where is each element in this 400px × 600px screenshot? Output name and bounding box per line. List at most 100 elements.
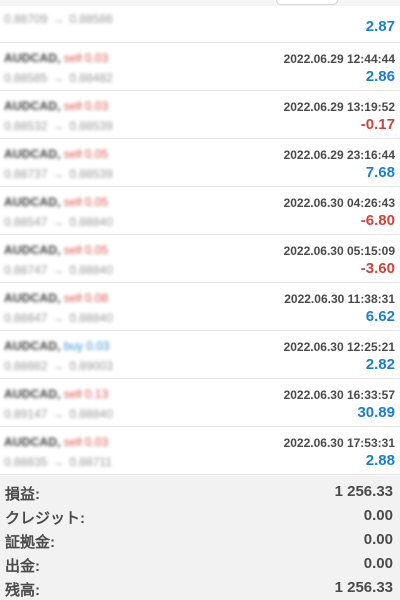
open-price: 0.88532 xyxy=(4,119,48,133)
symbol-separator: , xyxy=(57,339,61,353)
trade-volume: 0.03 xyxy=(84,435,109,449)
close-price: 0.88539 xyxy=(69,167,113,181)
trade-symbol: AUDCAD xyxy=(4,291,58,305)
trade-symbol-line: AUDCAD, sell 0.05 xyxy=(4,193,109,209)
open-price: 0.88585 xyxy=(4,71,48,85)
trade-row[interactable]: AUDCAD, sell 0.03 2022.06.29 13:19:52 0.8853… xyxy=(0,91,400,139)
symbol-separator: , xyxy=(57,243,61,257)
profit-total: 1 256.33 xyxy=(334,483,393,500)
trade-volume: 0.05 xyxy=(84,195,109,209)
credit-label: クレジット: xyxy=(5,510,85,527)
price-arrow-icon: → xyxy=(52,263,65,277)
symbol-separator: , xyxy=(57,99,61,113)
open-price: 0.88709 xyxy=(4,12,48,26)
trade-symbol: AUDCAD xyxy=(4,435,58,449)
profit-label: 損益: xyxy=(5,486,40,503)
open-price: 0.89147 xyxy=(4,407,48,421)
trade-side: sell xyxy=(63,147,82,161)
trade-row[interactable]: AUDCAD, sell 0.03 2022.06.29 12:44:44 0.8858… xyxy=(0,43,400,91)
close-price: 0.88840 xyxy=(69,215,113,229)
trade-profit: 7.68 xyxy=(365,164,395,181)
summary-row-credit: クレジット: 0.00 xyxy=(0,504,400,527)
trade-symbol: AUDCAD xyxy=(4,99,58,113)
trade-price-line: 0.88737 → 0.88539 xyxy=(4,167,113,181)
trade-close-time: 2022.06.30 16:33:57 xyxy=(283,388,395,402)
trade-symbol-line: AUDCAD, sell 0.08 xyxy=(4,289,109,305)
trade-profit: 2.82 xyxy=(365,356,395,373)
trade-row[interactable]: AUDCAD, sell 0.08 2022.06.30 11:38:31 0.8884… xyxy=(0,283,400,331)
trade-row[interactable]: AUDCAD, sell 0.05 2022.06.30 04:26:43 0.8854… xyxy=(0,187,400,235)
summary-row-profit: 損益: 1 256.33 xyxy=(0,480,400,503)
trade-close-time: 2022.06.29 12:44:44 xyxy=(283,52,395,66)
close-price: 0.88586 xyxy=(69,12,113,26)
trade-side: sell xyxy=(63,51,82,65)
trade-symbol-line: AUDCAD, sell 0.03 xyxy=(4,433,109,449)
close-price: 0.89003 xyxy=(69,359,113,373)
trade-profit: 2.88 xyxy=(365,452,395,469)
trade-symbol: AUDCAD xyxy=(4,387,58,401)
trade-price-line: 0.88709 → 0.88586 xyxy=(4,12,113,26)
trade-volume: 0.03 xyxy=(84,51,109,65)
close-price: 0.88482 xyxy=(69,71,113,85)
trade-symbol-line: AUDCAD, sell 0.05 xyxy=(4,241,109,257)
trade-row[interactable]: AUDCAD, sell 0.05 2022.06.30 05:15:09 0.8874… xyxy=(0,235,400,283)
trade-row[interactable]: 0.88709 → 0.88586 2.87 xyxy=(0,0,400,43)
open-price: 0.88747 xyxy=(4,263,48,277)
open-price: 0.88882 xyxy=(4,359,48,373)
trade-profit: -6.80 xyxy=(360,212,395,229)
trade-history-screen: 0.88709 → 0.88586 2.87 AUDCAD, sell 0.03 2022.0… xyxy=(0,0,400,600)
withdrawal-value: 0.00 xyxy=(363,555,393,572)
trade-volume: 0.05 xyxy=(84,243,109,257)
close-price: 0.88539 xyxy=(69,119,113,133)
balance-label: 残高: xyxy=(5,582,40,599)
trade-symbol-line: AUDCAD, sell 0.03 xyxy=(4,49,109,65)
trade-row[interactable]: AUDCAD, sell 0.13 2022.06.30 16:33:57 0.8914… xyxy=(0,379,400,427)
trade-side: sell xyxy=(63,435,82,449)
trade-profit: 2.87 xyxy=(365,18,395,35)
withdrawal-label: 出金: xyxy=(5,558,40,575)
trade-side: sell xyxy=(63,99,82,113)
trade-volume: 0.03 xyxy=(84,99,109,113)
symbol-separator: , xyxy=(57,51,61,65)
open-price: 0.88737 xyxy=(4,167,48,181)
trade-close-time: 2022.06.30 04:26:43 xyxy=(283,196,395,210)
deposit-label: 証拠金: xyxy=(5,534,55,551)
trade-symbol-line: AUDCAD, buy 0.03 xyxy=(4,337,110,353)
price-arrow-icon: → xyxy=(52,407,65,421)
price-arrow-icon: → xyxy=(52,167,65,181)
trade-price-line: 0.88532 → 0.88539 xyxy=(4,119,113,133)
trade-price-line: 0.88835 → 0.88711 xyxy=(4,455,112,469)
trade-side: buy xyxy=(63,339,84,353)
trade-profit: -0.17 xyxy=(360,116,395,133)
summary-row-deposit: 証拠金: 0.00 xyxy=(0,528,400,551)
open-price: 0.88547 xyxy=(4,215,48,229)
trade-side: sell xyxy=(63,243,82,257)
trade-close-time: 2022.06.30 17:53:31 xyxy=(283,436,395,450)
trade-price-line: 0.88847 → 0.88840 xyxy=(4,311,113,325)
close-price: 0.88840 xyxy=(69,407,113,421)
close-price: 0.88711 xyxy=(69,455,112,469)
trade-price-line: 0.89147 → 0.88840 xyxy=(4,407,113,421)
trade-profit: 30.89 xyxy=(357,404,395,421)
trade-row[interactable]: AUDCAD, sell 0.03 2022.06.30 17:53:31 0.8883… xyxy=(0,427,400,475)
symbol-separator: , xyxy=(57,195,61,209)
trade-close-time: 2022.06.30 12:25:21 xyxy=(283,340,395,354)
trade-volume: 0.03 xyxy=(86,339,110,353)
open-price: 0.88835 xyxy=(4,455,48,469)
trade-row[interactable]: AUDCAD, buy 0.03 2022.06.30 12:25:21 0.88882… xyxy=(0,331,400,379)
price-arrow-icon: → xyxy=(52,119,65,133)
trade-profit: 6.62 xyxy=(365,308,395,325)
price-arrow-icon: → xyxy=(52,12,65,26)
trade-close-time: 2022.06.29 23:16:44 xyxy=(283,148,395,162)
symbol-separator: , xyxy=(57,387,61,401)
trade-close-time: 2022.06.30 11:38:31 xyxy=(284,292,395,306)
trade-symbol-line: AUDCAD, sell 0.05 xyxy=(4,145,108,161)
trade-symbol: AUDCAD xyxy=(4,51,58,65)
trade-symbol-line: AUDCAD, sell 0.13 xyxy=(4,385,108,401)
trade-close-time: 2022.06.29 13:19:52 xyxy=(283,100,395,114)
trade-symbol: AUDCAD xyxy=(4,243,58,257)
trade-volume: 0.08 xyxy=(84,291,109,305)
credit-value: 0.00 xyxy=(363,507,393,524)
trade-symbol: AUDCAD xyxy=(4,147,58,161)
trade-row[interactable]: AUDCAD, sell 0.05 2022.06.29 23:16:44 0.8873… xyxy=(0,139,400,187)
